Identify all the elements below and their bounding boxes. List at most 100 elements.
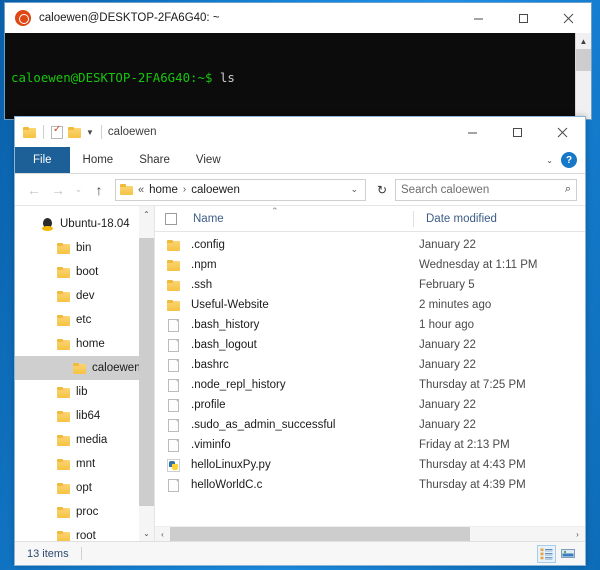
tree-item-media[interactable]: media xyxy=(15,428,154,452)
details-view-icon[interactable] xyxy=(537,545,556,563)
tree-item-label: opt xyxy=(76,482,92,494)
up-arrow-icon[interactable]: ↑ xyxy=(88,178,110,202)
terminal-scrollbar[interactable]: ▲ xyxy=(575,33,591,119)
tree-item-home[interactable]: home xyxy=(15,332,154,356)
scroll-up-icon[interactable]: ▲ xyxy=(576,33,591,49)
file-row[interactable]: .configJanuary 22 xyxy=(155,235,585,255)
tab-file[interactable]: File xyxy=(15,147,70,173)
search-icon[interactable]: ⌕ xyxy=(565,183,571,196)
column-headers[interactable]: Name ⌃ Date modified xyxy=(155,206,585,232)
ribbon-right-controls: ⌄ ? xyxy=(546,147,585,173)
terminal-output[interactable]: caloewen@DESKTOP-2FA6G40:~$ ls Useful-We… xyxy=(5,33,575,119)
help-icon[interactable]: ? xyxy=(561,152,577,168)
document-icon xyxy=(168,399,179,412)
folder-icon xyxy=(57,435,70,446)
file-row[interactable]: .bashrcJanuary 22 xyxy=(155,355,585,375)
tree-item-root[interactable]: root xyxy=(15,524,154,541)
forward-arrow-icon[interactable]: → xyxy=(47,178,69,202)
tree-item-lib64[interactable]: lib64 xyxy=(15,404,154,428)
tab-view[interactable]: View xyxy=(183,147,234,173)
ribbon-tab-bar[interactable]: File Home Share View ⌄ ? xyxy=(15,147,585,174)
back-arrow-icon[interactable]: ← xyxy=(23,178,45,202)
file-date-modified: 1 hour ago xyxy=(407,319,474,331)
file-row[interactable]: .node_repl_historyThursday at 7:25 PM xyxy=(155,375,585,395)
file-date-modified: Thursday at 4:43 PM xyxy=(407,459,526,471)
tree-item-opt[interactable]: opt xyxy=(15,476,154,500)
scroll-down-icon[interactable]: ⌄ xyxy=(139,525,154,541)
quick-access-toolbar[interactable]: ▼ xyxy=(15,125,104,139)
address-bar[interactable]: ← → ⌄ ↑ « home › caloewen ⌄ ↻ Search cal… xyxy=(15,174,585,206)
refresh-icon[interactable]: ↻ xyxy=(371,179,393,201)
view-mode-buttons[interactable] xyxy=(537,545,579,563)
file-row[interactable]: .profileJanuary 22 xyxy=(155,395,585,415)
tree-list[interactable]: Ubuntu-18.04binbootdevetchomecaloewenlib… xyxy=(15,206,154,541)
horizontal-scrollbar[interactable]: ‹ › xyxy=(155,526,585,541)
scrollbar-thumb[interactable] xyxy=(576,49,591,71)
file-row[interactable]: helloWorldC.cThursday at 4:39 PM xyxy=(155,475,585,495)
linux-tux-icon xyxy=(41,218,54,231)
select-all-checkbox[interactable] xyxy=(165,213,177,225)
scroll-right-icon[interactable]: › xyxy=(570,530,585,539)
breadcrumb-item-home[interactable]: home xyxy=(149,184,178,196)
column-header-name[interactable]: Name ⌃ xyxy=(177,213,413,225)
terminal-titlebar[interactable]: caloewen@DESKTOP-2FA6G40: ~ xyxy=(5,3,591,33)
recent-locations-icon[interactable]: ⌄ xyxy=(71,178,86,202)
tree-item-proc[interactable]: proc xyxy=(15,500,154,524)
tree-item-boot[interactable]: boot xyxy=(15,260,154,284)
file-list-pane[interactable]: Name ⌃ Date modified .configJanuary 22.n… xyxy=(155,206,585,541)
search-placeholder: Search caloewen xyxy=(401,184,565,196)
folder-icon xyxy=(57,483,70,494)
tab-share[interactable]: Share xyxy=(126,147,183,173)
file-list[interactable]: .configJanuary 22.npmWednesday at 1:11 P… xyxy=(155,232,585,526)
tree-scrollbar[interactable]: ⌃ ⌄ xyxy=(139,206,154,541)
file-row[interactable]: Useful-Website2 minutes ago xyxy=(155,295,585,315)
minimize-icon[interactable] xyxy=(450,117,495,147)
minimize-icon[interactable] xyxy=(456,3,501,33)
scrollbar-thumb[interactable] xyxy=(170,527,470,542)
file-row[interactable]: helloLinuxPy.pyThursday at 4:43 PM xyxy=(155,455,585,475)
column-header-date[interactable]: Date modified xyxy=(414,213,497,225)
file-row[interactable]: .viminfoFriday at 2:13 PM xyxy=(155,435,585,455)
chevron-down-icon[interactable]: ⌄ xyxy=(350,184,361,195)
file-icon-wrapper xyxy=(155,399,191,412)
file-row[interactable]: .bash_logoutJanuary 22 xyxy=(155,335,585,355)
scroll-left-icon[interactable]: ‹ xyxy=(155,530,170,539)
properties-icon[interactable] xyxy=(51,126,63,139)
tree-item-etc[interactable]: etc xyxy=(15,308,154,332)
close-icon[interactable] xyxy=(546,3,591,33)
explorer-title: caloewen xyxy=(104,126,450,138)
file-row[interactable]: .sshFebruary 5 xyxy=(155,275,585,295)
file-row[interactable]: .bash_history1 hour ago xyxy=(155,315,585,335)
file-row[interactable]: .sudo_as_admin_successfulJanuary 22 xyxy=(155,415,585,435)
folder-icon[interactable] xyxy=(23,127,36,138)
navigation-pane[interactable]: Ubuntu-18.04binbootdevetchomecaloewenlib… xyxy=(15,206,155,541)
file-explorer-window[interactable]: ▼ caloewen File Home Share View ⌄ ? ← → … xyxy=(14,116,586,566)
tab-home[interactable]: Home xyxy=(70,147,127,173)
close-icon[interactable] xyxy=(540,117,585,147)
scroll-up-icon[interactable]: ⌃ xyxy=(139,206,154,222)
chevron-down-icon[interactable]: ⌄ xyxy=(546,156,553,165)
terminal-body[interactable]: caloewen@DESKTOP-2FA6G40:~$ ls Useful-We… xyxy=(5,33,591,119)
folder-icon xyxy=(57,243,70,254)
maximize-icon[interactable] xyxy=(495,117,540,147)
breadcrumb-overflow[interactable]: « xyxy=(138,184,144,196)
tree-item-lib[interactable]: lib xyxy=(15,380,154,404)
customize-chevron-icon[interactable]: ▼ xyxy=(86,128,94,137)
explorer-titlebar[interactable]: ▼ caloewen xyxy=(15,117,585,147)
new-folder-icon[interactable] xyxy=(68,127,81,138)
search-input[interactable]: Search caloewen ⌕ xyxy=(395,179,577,201)
tree-item-mnt[interactable]: mnt xyxy=(15,452,154,476)
tree-item-ubuntu-18-04[interactable]: Ubuntu-18.04 xyxy=(15,212,154,236)
file-row[interactable]: .npmWednesday at 1:11 PM xyxy=(155,255,585,275)
maximize-icon[interactable] xyxy=(501,3,546,33)
breadcrumb-item-caloewen[interactable]: caloewen xyxy=(191,184,240,196)
file-date-modified: 2 minutes ago xyxy=(407,299,491,311)
tree-item-bin[interactable]: bin xyxy=(15,236,154,260)
terminal-window[interactable]: caloewen@DESKTOP-2FA6G40: ~ caloewen@DES… xyxy=(4,2,592,120)
breadcrumb[interactable]: « home › caloewen ⌄ xyxy=(115,179,366,201)
tree-item-dev[interactable]: dev xyxy=(15,284,154,308)
scrollbar-thumb[interactable] xyxy=(139,238,154,506)
tree-item-caloewen[interactable]: caloewen xyxy=(15,356,154,380)
folder-icon xyxy=(57,411,70,422)
large-icons-view-icon[interactable] xyxy=(558,545,577,563)
